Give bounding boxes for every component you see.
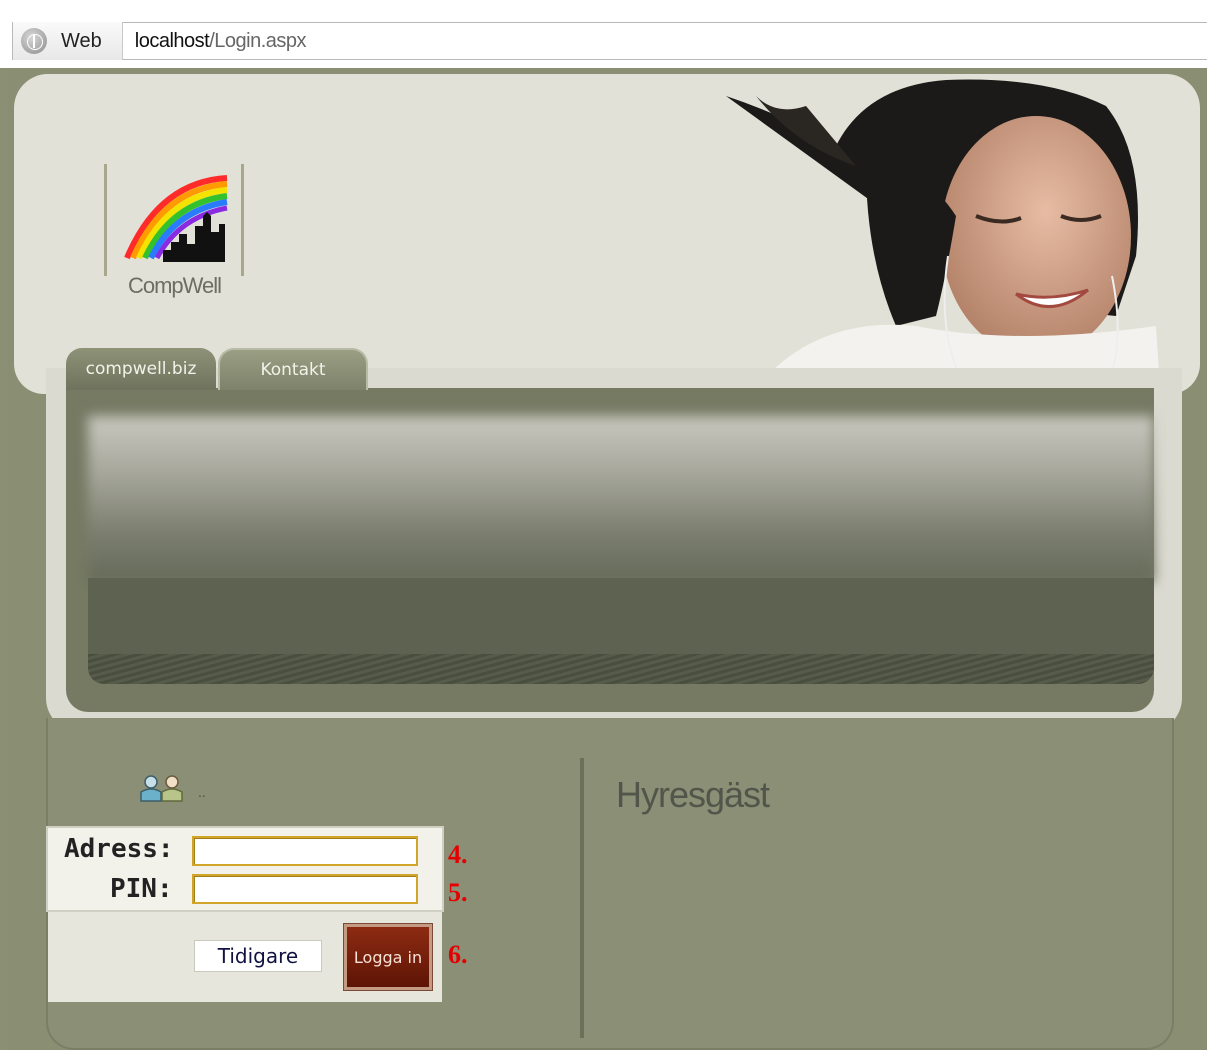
banner-stripes (88, 654, 1154, 684)
page-frame: CompWell compwell.biz Kontakt .. Hyresgä… (8, 68, 1207, 1050)
tenant-title: Hyresgäst (616, 774, 770, 815)
tab-kontakt[interactable]: Kontakt (218, 348, 368, 390)
web-mode-button[interactable]: Web (13, 22, 123, 60)
logo[interactable] (104, 164, 244, 276)
web-mode-label: Web (61, 29, 102, 52)
login-button[interactable]: Logga in (343, 923, 433, 991)
blurred-banner (88, 416, 1154, 582)
address-bar[interactable]: Web localhost/Login.aspx (12, 22, 1207, 60)
url-host: localhost (134, 29, 210, 52)
pin-input[interactable] (192, 874, 418, 904)
logo-text: CompWell (127, 273, 222, 298)
header-photo (726, 79, 1160, 388)
address-input[interactable] (192, 836, 418, 866)
marker-6: 6. (448, 940, 468, 969)
pin-label: PIN: (110, 874, 173, 904)
marker-5: 5. (448, 878, 468, 907)
previous-button[interactable]: Tidigare (194, 940, 322, 972)
tab-compwell-biz[interactable]: compwell.biz (66, 348, 216, 390)
marker-4: 4. (448, 840, 468, 869)
browser-toolbar: Web localhost/Login.aspx (0, 0, 1207, 68)
globe-icon (21, 28, 47, 54)
users-icon (140, 775, 183, 802)
user-status-text: .. (198, 784, 206, 800)
url-path: /Login.aspx (209, 29, 306, 52)
banner-band (88, 578, 1154, 654)
rainbow-logo-icon (124, 175, 228, 262)
column-divider (580, 758, 584, 1038)
url-text[interactable]: localhost/Login.aspx (134, 29, 307, 53)
address-label: Adress: (64, 834, 174, 864)
